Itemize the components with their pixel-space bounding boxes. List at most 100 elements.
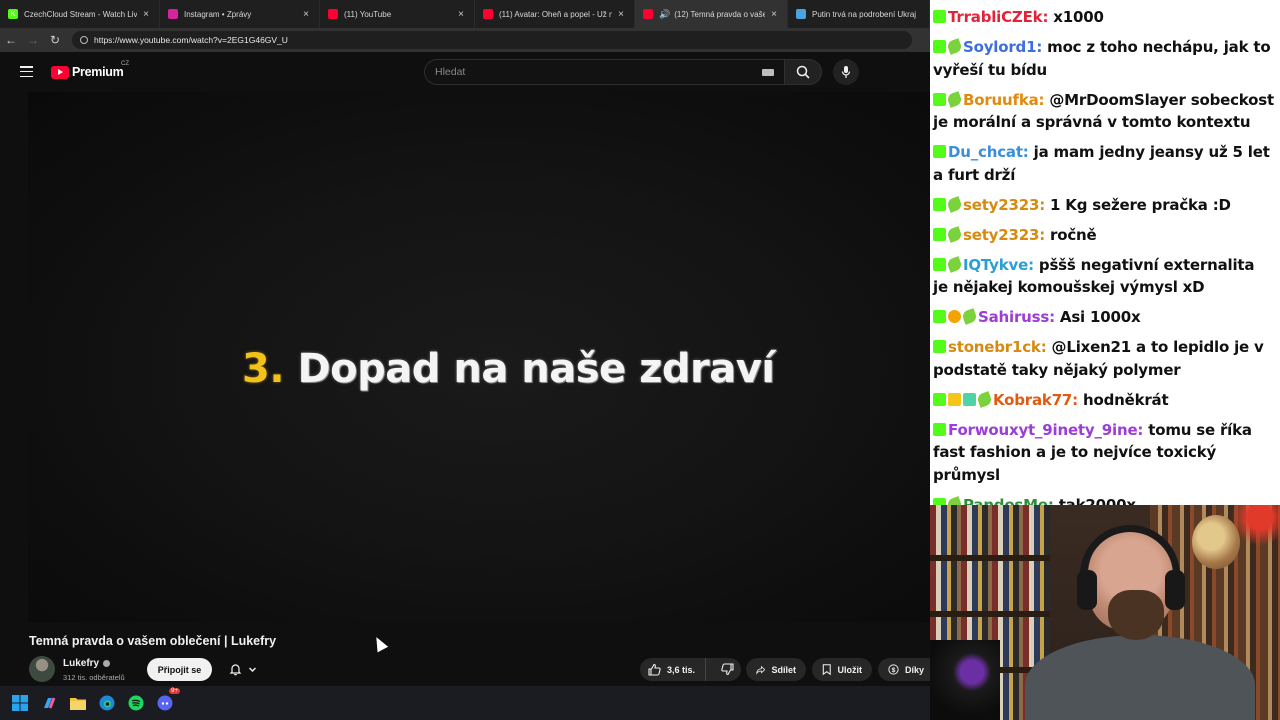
video-player[interactable]: 3. Dopad na naše zdraví (28, 92, 930, 622)
chat-separator: : (1028, 255, 1039, 274)
channel-avatar[interactable] (29, 656, 55, 682)
share-button[interactable]: Sdílet (746, 658, 806, 681)
notification-bell-button[interactable] (221, 658, 265, 681)
browser-tab[interactable]: 🔊 (12) Temná pravda o vašem o × (635, 0, 788, 28)
like-dislike-group: 3,6 tis. (640, 658, 741, 681)
headphone-earcup-left (1077, 570, 1097, 610)
browser-tab[interactable]: (11) Avatar: Oheň a popel - Už mě × (475, 0, 635, 28)
microphone-arm (930, 640, 1000, 720)
share-icon (756, 665, 766, 675)
country-code: CZ (121, 61, 129, 67)
chat-username[interactable]: Sahiruss (978, 308, 1049, 326)
tab-title: CzechCloud Stream - Watch Live o (24, 9, 137, 19)
save-button[interactable]: Uložit (812, 658, 872, 681)
chat-separator: : (1049, 308, 1060, 326)
badge-leaf-icon (946, 195, 963, 213)
chat-separator: : (1040, 338, 1052, 356)
bookmark-icon (822, 664, 831, 676)
chat-username[interactable]: TrrabliCZEk (948, 8, 1043, 26)
badge-leaf-icon (946, 38, 963, 55)
badge-leaf-icon (946, 90, 963, 108)
browser-tab[interactable]: (11) YouTube × (320, 0, 475, 28)
badge-k-icon (933, 227, 946, 241)
thanks-button[interactable]: $ Díky (878, 658, 934, 681)
like-button[interactable]: 3,6 tis. (640, 658, 706, 681)
thumbs-up-icon (648, 663, 661, 676)
browser-tab[interactable]: Instagram • Zprávy × (160, 0, 320, 28)
youtube-logo[interactable]: Premium CZ (51, 61, 129, 79)
badge-leaf-icon (946, 225, 963, 243)
chat-message: sety2323: ročně (933, 224, 1274, 247)
copilot-icon[interactable] (40, 694, 58, 712)
subscriber-count: 312 tis. odběratelů (63, 673, 125, 682)
channel-name-row[interactable]: Lukefry (63, 658, 111, 669)
chat-separator: : (1042, 8, 1054, 26)
super-thanks-icon: $ (888, 664, 899, 675)
chat-username[interactable]: sety2323 (963, 226, 1039, 244)
chat-username[interactable]: Soylord1 (963, 38, 1037, 56)
voice-search-button[interactable] (833, 59, 859, 85)
discord-badge: 9+ (169, 688, 180, 694)
search-button[interactable] (784, 59, 822, 85)
edge-icon[interactable] (98, 694, 116, 712)
tab-title: (11) YouTube (344, 9, 392, 19)
chat-username[interactable]: PandosMe (963, 496, 1048, 506)
browser-tab[interactable]: K CzechCloud Stream - Watch Live o × (0, 0, 160, 28)
url-text: https://www.youtube.com/watch?v=2EG1G46G… (94, 35, 288, 45)
keyboard-icon[interactable] (762, 69, 774, 76)
chat-username[interactable]: Boruufka (963, 91, 1039, 109)
red-light (1230, 505, 1280, 545)
browser-tab[interactable]: Putin trvá na podrobení Ukraj (788, 0, 930, 28)
speaker-icon[interactable]: 🔊 (659, 9, 670, 20)
badge-leaf-icon (946, 255, 963, 273)
dislike-button[interactable] (712, 658, 734, 681)
reload-button[interactable]: ↻ (44, 29, 66, 51)
chat-separator: : (1072, 390, 1083, 409)
discord-icon[interactable]: 9+ (156, 688, 180, 712)
chat-separator: : (1038, 90, 1050, 109)
chat-message: Kobrak77: hodněkrát (933, 389, 1274, 412)
spotify-icon[interactable] (127, 694, 145, 712)
chat-message: IQTykve: pššš negativní externalita je n… (933, 254, 1274, 299)
address-bar[interactable]: https://www.youtube.com/watch?v=2EG1G46G… (72, 31, 912, 49)
badge-k-icon (933, 497, 946, 505)
windows-icon[interactable] (11, 694, 29, 712)
chat-separator: : (1047, 495, 1059, 506)
chat-username[interactable]: Kobrak77 (993, 391, 1072, 409)
badge-k-icon (933, 197, 946, 211)
badge-k-icon (933, 310, 946, 323)
chat-username[interactable]: IQTykve (963, 256, 1028, 274)
badge-leaf-icon (946, 495, 963, 505)
forward-button[interactable]: → (22, 29, 44, 51)
screen: K CzechCloud Stream - Watch Live o × Instag… (0, 0, 1280, 720)
badge-leaf-icon (976, 390, 993, 408)
chat-username[interactable]: sety2323 (963, 196, 1039, 214)
close-tab-icon[interactable]: × (301, 9, 311, 20)
tab-title: Instagram • Zprávy (184, 9, 252, 19)
chat-message: Sahiruss: Asi 1000x (933, 306, 1274, 329)
back-button[interactable]: ← (0, 29, 22, 51)
chat-text: 1 Kg sežere pračka :D (1050, 195, 1231, 214)
site-info-icon[interactable] (80, 36, 88, 44)
chat-text: Asi 1000x (1059, 308, 1141, 326)
chat-username[interactable]: stonebr1ck (948, 338, 1041, 356)
chat-text: ročně (1050, 225, 1097, 244)
badge-k-icon (933, 10, 946, 23)
file-explorer-icon[interactable] (69, 694, 87, 712)
close-tab-icon[interactable]: × (456, 9, 466, 20)
chat-username[interactable]: Du_chcat (948, 143, 1023, 161)
close-tab-icon[interactable]: × (616, 9, 626, 20)
chat-username[interactable]: Forwouxyt_9inety_9ine (948, 421, 1138, 439)
menu-icon[interactable] (20, 66, 33, 78)
join-button[interactable]: Připojit se (147, 658, 212, 681)
channel-name[interactable]: Lukefry (63, 658, 99, 669)
overlay-heading: Dopad na naše zdraví (297, 346, 775, 392)
tab-title: (12) Temná pravda o vašem o (674, 9, 765, 19)
close-tab-icon[interactable]: × (769, 9, 779, 20)
chat-message: Boruufka: @MrDoomSlayer sobeckost je mor… (933, 89, 1274, 134)
close-tab-icon[interactable]: × (141, 9, 151, 20)
search-input[interactable]: Hledat (424, 59, 786, 85)
taskbar: 9+ (0, 686, 930, 720)
thumbs-down-icon (721, 663, 734, 676)
chat-separator: : (1039, 195, 1051, 214)
